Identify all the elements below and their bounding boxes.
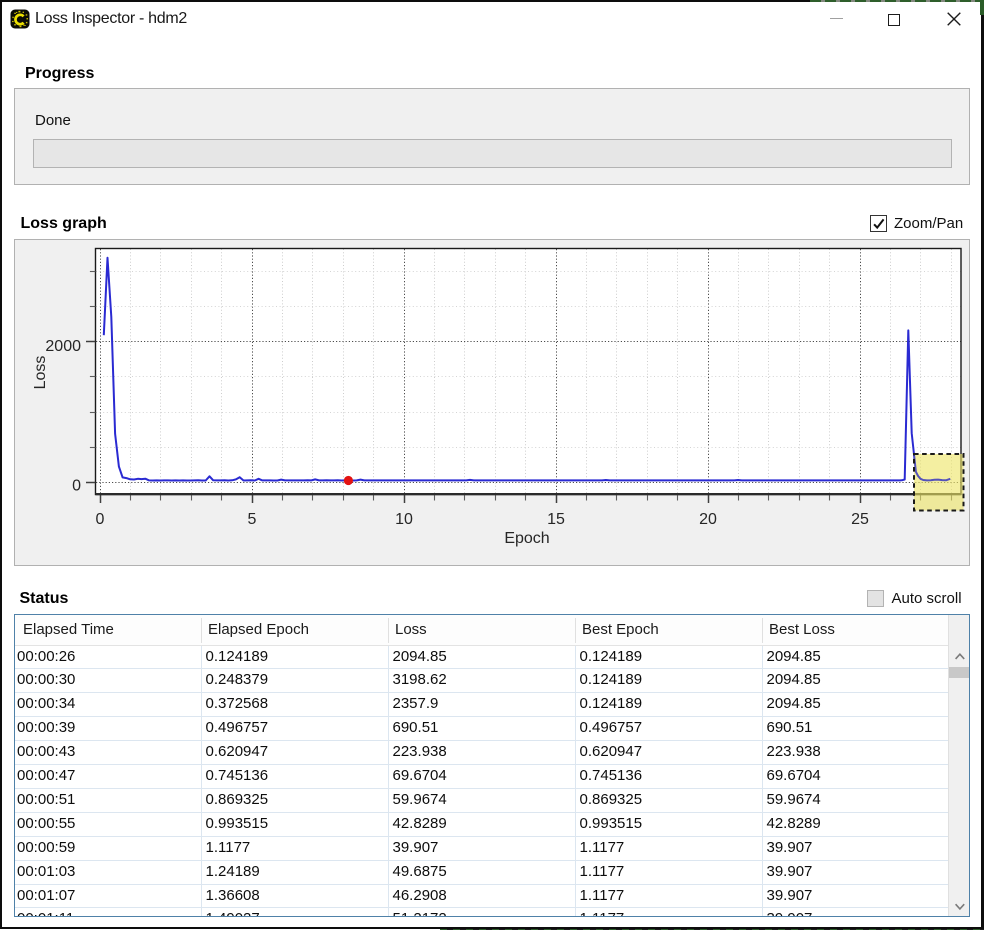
svg-text:15: 15 [547, 511, 565, 528]
svg-text:5: 5 [248, 511, 257, 528]
svg-text:20: 20 [699, 511, 717, 528]
svg-text:0: 0 [72, 477, 81, 494]
svg-text:25: 25 [851, 511, 869, 528]
svg-text:0: 0 [96, 511, 105, 528]
svg-text:Epoch: Epoch [504, 530, 549, 547]
svg-text:10: 10 [395, 511, 413, 528]
svg-text:Loss: Loss [32, 356, 49, 390]
svg-text:2000: 2000 [45, 338, 81, 355]
